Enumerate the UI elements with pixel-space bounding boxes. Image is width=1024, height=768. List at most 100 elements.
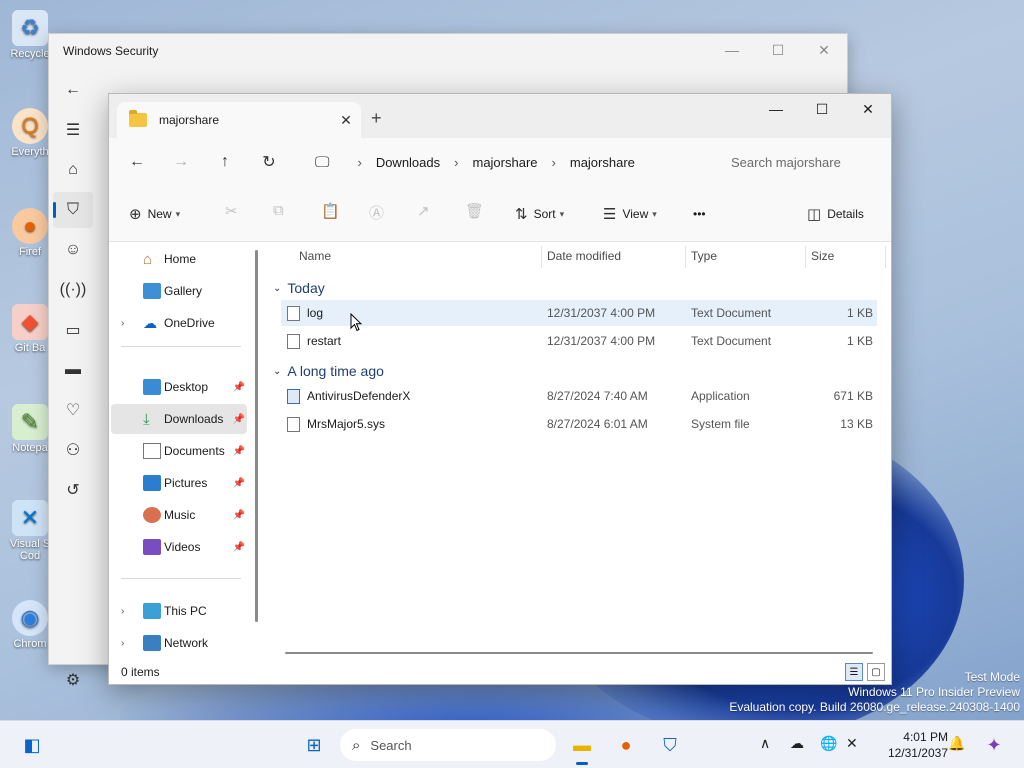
breadcrumb-majorshare-1[interactable]: majorshare [472,155,537,170]
table-row[interactable]: log 12/31/2037 4:00 PM Text Document 1 K… [281,300,877,326]
rename-icon[interactable]: Ⓐ [369,202,384,223]
pin-icon[interactable]: 📌 [233,446,245,457]
chevron-right-icon[interactable]: › [121,318,124,329]
chevron-down-icon: ▾ [559,208,565,219]
refresh-button[interactable]: ↻ [253,146,285,178]
breadcrumb[interactable]: 🖵 › Downloads › majorshare › majorshare [315,146,711,178]
chevron-up-icon[interactable]: ∧ [760,735,770,752]
nav-item-this-pc[interactable]: › This PC [111,596,247,626]
up-button[interactable]: ↑ [209,146,241,178]
gallery-icon [143,283,161,299]
folder-icon [129,110,147,127]
shield-icon[interactable]: ⛉ [53,192,93,228]
laptop-icon[interactable]: ▬ [53,352,93,388]
firefox-taskbar-icon[interactable]: ● [610,729,642,761]
home-icon[interactable]: ⌂ [53,152,93,188]
person-icon[interactable]: ☺ [53,232,93,268]
forward-button[interactable]: → [165,146,197,178]
column-divider[interactable] [541,246,542,268]
nav-item-documents[interactable]: Documents 📌 [111,436,247,466]
column-header-date[interactable]: Date modified [547,242,621,270]
group-header-today[interactable]: ⌄ Today [273,276,325,300]
copy-icon[interactable]: ⧉ [273,202,284,219]
nav-item-desktop[interactable]: Desktop 📌 [111,372,247,402]
column-header-name[interactable]: Name [299,242,331,270]
computer-icon[interactable]: 🖵 [315,154,329,171]
settings-gear-icon[interactable]: ⚙ [53,662,93,698]
horizontal-scrollbar[interactable] [285,652,873,654]
back-button[interactable]: ← [121,146,153,178]
taskbar-clock[interactable]: 4:01 PM 12/31/2037 [888,729,948,761]
cloud-offline-icon[interactable]: ☁ [790,735,804,752]
table-row[interactable]: restart 12/31/2037 4:00 PM Text Document… [281,328,877,354]
pin-icon[interactable]: 📌 [233,414,245,425]
file-explorer-taskbar-icon[interactable]: ▬ [566,729,598,765]
search-input[interactable]: Search majorshare [721,146,887,178]
cut-icon[interactable]: ✂ [225,202,238,220]
tab-majorshare[interactable]: majorshare ✕ [117,102,361,138]
notification-bell-icon[interactable]: 🔔 [948,735,965,752]
wireless-icon[interactable]: ((·)) [53,272,93,308]
share-icon[interactable]: ↗ [417,202,430,220]
pin-icon[interactable]: 📌 [233,382,245,393]
computer-icon [143,603,161,619]
app-browser-icon[interactable]: ▭ [53,312,93,348]
breadcrumb-downloads[interactable]: Downloads [376,155,440,170]
start-button-icon[interactable]: ⊞ [298,729,330,761]
nav-item-pictures[interactable]: Pictures 📌 [111,468,247,498]
security-close-button[interactable]: ✕ [801,34,847,66]
nav-scrollbar[interactable] [255,250,258,622]
windows-security-taskbar-icon[interactable]: ⛉ [654,729,686,761]
pin-icon[interactable]: 📌 [233,510,245,521]
nav-item-downloads[interactable]: ⤓ Downloads 📌 [111,404,247,434]
more-options-button[interactable]: ••• [693,200,706,228]
family-icon[interactable]: ⚇ [53,432,93,468]
delete-icon[interactable]: 🗑 [465,202,484,220]
new-button[interactable]: ⊕ New ▾ [129,200,180,228]
nav-item-music[interactable]: Music 📌 [111,500,247,530]
nav-item-onedrive[interactable]: › ☁ OneDrive [111,308,247,338]
history-icon[interactable]: ↺ [53,472,93,508]
details-button[interactable]: ◫ Details [807,200,864,228]
column-header-size[interactable]: Size [811,242,834,270]
column-divider[interactable] [805,246,806,268]
nav-item-videos[interactable]: Videos 📌 [111,532,247,562]
paste-icon[interactable]: 📋 [321,202,340,220]
tab-close-icon[interactable]: ✕ [331,112,361,129]
explorer-close-button[interactable]: ✕ [845,94,891,124]
watermark-line: Windows 11 Pro Insider Preview [848,685,1020,699]
explorer-minimize-button[interactable]: — [753,94,799,124]
widgets-icon[interactable]: ◧ [16,729,48,761]
column-divider[interactable] [685,246,686,268]
nav-divider [121,578,241,579]
breadcrumb-majorshare-2[interactable]: majorshare [570,155,635,170]
explorer-maximize-button[interactable]: ☐ [799,94,845,124]
heart-pulse-icon[interactable]: ♡ [53,392,93,428]
security-maximize-button[interactable]: ☐ [755,34,801,66]
globe-icon[interactable]: 🌐 [820,735,837,752]
chevron-right-icon[interactable]: › [121,638,124,649]
back-arrow-icon[interactable]: ← [53,72,93,108]
nav-item-home[interactable]: ⌂ Home [111,244,247,274]
pin-icon[interactable]: 📌 [233,542,245,553]
copilot-icon[interactable]: ✦ [978,729,1010,761]
table-row[interactable]: MrsMajor5.sys 8/27/2024 6:01 AM System f… [281,411,877,437]
new-tab-button[interactable]: + [371,108,382,129]
group-header-long-ago[interactable]: ⌄ A long time ago [273,359,384,383]
nav-item-gallery[interactable]: Gallery [111,276,247,306]
volume-muted-icon[interactable]: ✕ [846,735,858,752]
nav-divider [121,346,241,347]
hamburger-menu-icon[interactable]: ☰ [53,112,93,148]
taskbar-search[interactable]: ⌕ Search [340,729,556,761]
nav-item-network[interactable]: › Network [111,628,247,658]
table-row[interactable]: AntivirusDefenderX 8/27/2024 7:40 AM App… [281,383,877,409]
column-divider[interactable] [885,246,886,268]
view-button[interactable]: ☰ View ▾ [603,200,657,228]
column-header-type[interactable]: Type [691,242,717,270]
sort-button[interactable]: ⇅ Sort ▾ [515,200,564,228]
watermark-line: Evaluation copy. Build 26080.ge_release.… [729,700,1020,714]
nav-label: Home [164,252,197,266]
chevron-right-icon[interactable]: › [121,606,124,617]
pin-icon[interactable]: 📌 [233,478,245,489]
security-minimize-button[interactable]: — [709,34,755,66]
